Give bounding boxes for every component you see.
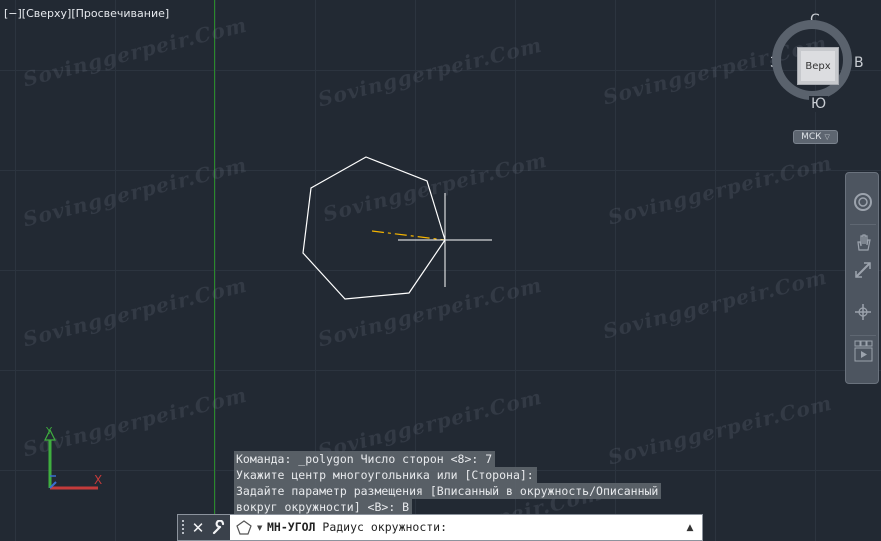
command-line-grip[interactable]	[178, 515, 188, 540]
chevron-down-icon: ▽	[824, 133, 830, 141]
chevron-down-icon: ▼	[257, 523, 263, 532]
heptagon	[302, 156, 446, 300]
drawing-canvas[interactable]: Sovinggerpeir.Com Sovinggerpeir.Com Sovi…	[0, 0, 881, 541]
command-line[interactable]: ✕ ▼ МН-УГОЛ Радиус окружности: ▲	[177, 514, 703, 541]
ucs-x-label: X	[94, 473, 103, 487]
full-navigation-wheel-icon[interactable]	[852, 191, 874, 213]
history-line: Команда: _polygon Число сторон <8>: 7	[234, 451, 496, 467]
command-history: Команда: _polygon Число сторон <8>: 7 Ук…	[234, 451, 662, 515]
divider	[850, 335, 876, 336]
command-name: МН-УГОЛ	[267, 520, 316, 534]
zoom-extents-icon[interactable]	[852, 259, 874, 281]
history-line: Укажите центр многоугольника или [Сторон…	[234, 467, 537, 483]
viewcube[interactable]: С З В Верх Ю МСК ▽	[768, 12, 868, 154]
navigation-bar[interactable]	[845, 172, 879, 384]
history-line: Задайте параметр размещения [Вписанный в…	[234, 483, 662, 499]
compass-south-label[interactable]: Ю	[809, 96, 829, 112]
ucs-y-label: Y	[46, 426, 53, 437]
polygon-command-icon[interactable]: ▼	[231, 515, 267, 540]
viewcube-face-top[interactable]: Верх	[797, 47, 839, 85]
ucs-label: МСК	[801, 132, 822, 142]
customize-wrench-icon[interactable]	[208, 515, 230, 540]
crosshair-cursor	[398, 193, 492, 287]
command-prompt: Радиус окружности:	[322, 520, 448, 534]
pan-icon[interactable]	[852, 231, 874, 253]
close-icon[interactable]: ✕	[188, 515, 208, 540]
ucs-menu-button[interactable]: МСК ▽	[793, 130, 838, 144]
recent-commands-arrow-icon[interactable]: ▲	[682, 515, 698, 540]
divider	[850, 224, 876, 225]
showmotion-icon[interactable]	[852, 340, 874, 363]
command-input[interactable]: МН-УГОЛ Радиус окружности:	[267, 515, 680, 540]
history-line: вокруг окружности] <В>: В	[234, 499, 413, 515]
rubber-band-line	[371, 230, 446, 241]
compass-east-label[interactable]: В	[854, 55, 864, 71]
orbit-icon[interactable]	[852, 301, 874, 323]
